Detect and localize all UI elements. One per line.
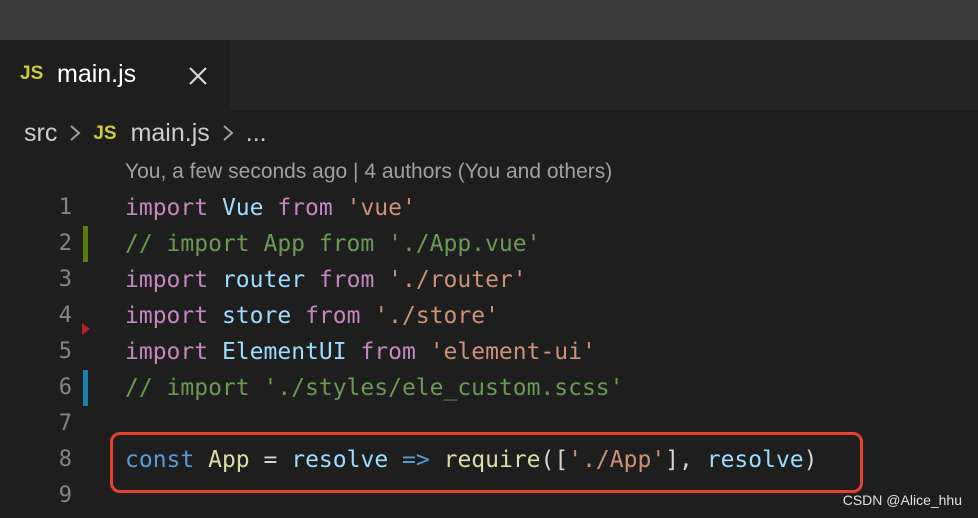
breadcrumb-symbols[interactable]: ... bbox=[246, 119, 267, 148]
tab-title: main.js bbox=[57, 60, 137, 88]
line-number: 7 bbox=[58, 411, 72, 436]
line-number: 2 bbox=[58, 231, 72, 256]
string-literal: './store' bbox=[374, 303, 499, 329]
line-number: 8 bbox=[58, 447, 72, 472]
line-number: 1 bbox=[58, 195, 72, 220]
code-line: 2 // import App from './App.vue' bbox=[0, 226, 978, 262]
string-literal: './router' bbox=[388, 267, 527, 293]
keyword: from bbox=[305, 303, 361, 329]
code-line: 6 // import './styles/ele_custom.scss' bbox=[0, 370, 978, 406]
code-text: import Vue from 'vue' bbox=[125, 190, 416, 226]
line-number: 9 bbox=[58, 483, 72, 508]
gutter-modified-marker[interactable] bbox=[83, 226, 88, 262]
breadcrumb-folder-src[interactable]: src bbox=[24, 119, 57, 148]
keyword: import bbox=[125, 339, 209, 365]
string-literal: 'vue' bbox=[346, 195, 416, 221]
code-line: 3 import router from './router' bbox=[0, 262, 978, 298]
annotation-highlight-box bbox=[110, 432, 863, 493]
code-line: 1 import Vue from 'vue' bbox=[0, 190, 978, 226]
tab-bar: JS main.js bbox=[0, 40, 978, 110]
line-number: 6 bbox=[58, 375, 72, 400]
line-number: 5 bbox=[58, 339, 72, 364]
window-title-bar bbox=[0, 0, 978, 40]
codelens-blame[interactable]: You, a few seconds ago | 4 authors (You … bbox=[125, 160, 612, 184]
keyword: from bbox=[277, 195, 333, 221]
keyword: from bbox=[318, 267, 375, 293]
comment: // import './styles/ele_custom.scss' bbox=[125, 375, 624, 401]
close-icon[interactable] bbox=[186, 64, 210, 88]
gutter-modified-marker[interactable] bbox=[83, 370, 88, 406]
string-literal: 'element-ui' bbox=[429, 339, 596, 365]
code-text: import store from './store' bbox=[125, 298, 499, 334]
identifier: router bbox=[221, 267, 306, 293]
keyword: from bbox=[360, 339, 416, 365]
code-line: 4 import store from './store' bbox=[0, 298, 978, 334]
keyword: import bbox=[125, 195, 209, 221]
code-line: 5 import ElementUI from 'element-ui' bbox=[0, 334, 978, 370]
identifier: Vue bbox=[221, 195, 264, 221]
js-file-icon: JS bbox=[20, 63, 44, 84]
comment: // import App from './App.vue' bbox=[125, 231, 541, 257]
code-text: import router from './router' bbox=[125, 262, 527, 298]
keyword: import bbox=[125, 267, 209, 293]
line-number: 3 bbox=[58, 267, 72, 292]
identifier: ElementUI bbox=[221, 339, 347, 365]
watermark: CSDN @Alice_hhu bbox=[842, 492, 962, 508]
chevron-right-icon bbox=[223, 125, 234, 141]
tab-main-js[interactable]: JS main.js bbox=[0, 40, 230, 110]
code-text: import ElementUI from 'element-ui' bbox=[125, 334, 596, 370]
breadcrumb-file[interactable]: main.js bbox=[131, 119, 210, 148]
js-file-icon: JS bbox=[93, 123, 117, 144]
line-number: 4 bbox=[58, 303, 72, 328]
keyword: import bbox=[125, 303, 209, 329]
identifier: store bbox=[221, 303, 292, 329]
breadcrumb: src JS main.js ... bbox=[24, 116, 267, 150]
chevron-right-icon bbox=[70, 125, 81, 141]
